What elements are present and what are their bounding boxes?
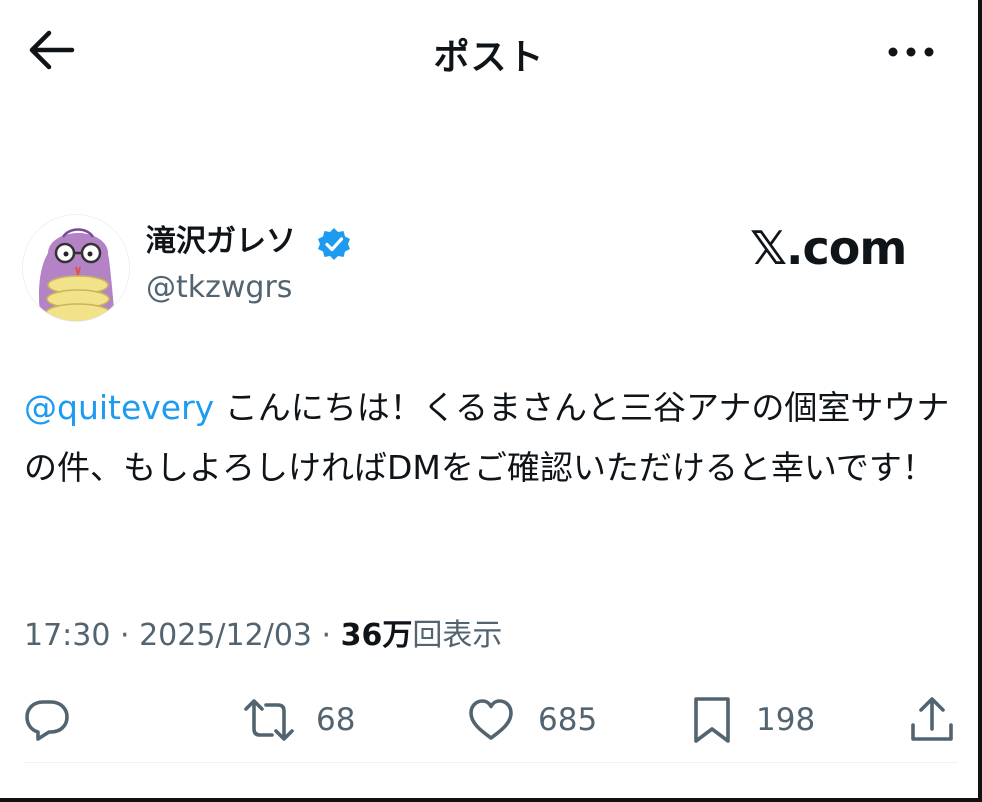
verified-badge-icon <box>316 226 352 262</box>
views-count: 36万 <box>340 618 413 653</box>
user-handle[interactable]: @tkzwgrs <box>146 266 292 310</box>
more-horizontal-icon <box>888 47 934 57</box>
snake-avatar-image <box>23 215 129 321</box>
post-time[interactable]: 17:30 <box>24 618 110 653</box>
like-button[interactable]: 685 <box>466 690 597 750</box>
repost-button[interactable]: 68 <box>242 690 355 750</box>
window-edge-right <box>978 0 982 802</box>
tweet-meta: 17:30 · 2025/12/03 · 36万回表示 <box>24 612 502 660</box>
more-options-button[interactable] <box>884 40 938 64</box>
bookmark-button[interactable]: 198 <box>690 690 815 750</box>
share-button[interactable] <box>908 690 956 750</box>
repost-count: 68 <box>316 702 356 738</box>
repost-icon <box>244 699 294 741</box>
share-icon <box>911 697 953 741</box>
heart-icon <box>469 699 513 740</box>
post-date[interactable]: 2025/12/03 <box>139 618 312 653</box>
avatar[interactable] <box>22 214 130 322</box>
window-edge-bottom <box>0 798 982 802</box>
mention-link[interactable]: @quitevery <box>24 388 214 427</box>
bookmark-count: 198 <box>756 702 816 738</box>
top-bar: ポスト <box>0 0 978 100</box>
like-count: 685 <box>538 702 598 738</box>
views-label: 回表示 <box>412 618 503 653</box>
action-bar: 68 685 198 <box>0 690 978 750</box>
meta-separator: · <box>110 618 140 653</box>
reply-icon <box>25 700 69 741</box>
meta-separator: · <box>312 618 341 653</box>
x-com-watermark: 𝕏.com <box>750 221 907 275</box>
reply-button[interactable] <box>22 690 72 750</box>
bookmark-icon <box>694 697 730 743</box>
display-name[interactable]: 滝沢ガレソ <box>146 222 296 262</box>
page-title: ポスト <box>433 37 545 78</box>
divider <box>24 762 958 763</box>
tweet-text: @quitevery こんにちは！くるまさんと三谷アナの個室サウナの件、もしよろ… <box>24 378 964 498</box>
